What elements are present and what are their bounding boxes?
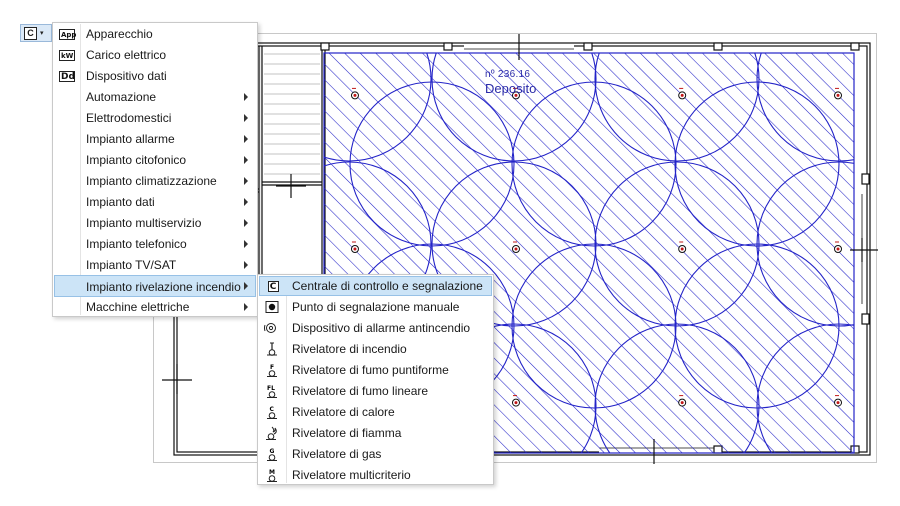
menu-item-carico-elettrico[interactable]: kW Carico elettrico (54, 45, 256, 65)
submenu-arrow-icon (244, 135, 248, 143)
svg-text:C: C (270, 406, 275, 413)
submenu-item-dispositivo-allarme[interactable]: Dispositivo di allarme antincendio (259, 318, 492, 338)
submenu-arrow-icon (244, 261, 248, 269)
submenu-item-rivelatore-fiamma[interactable]: Rivelatore di fiamma (259, 423, 492, 443)
submenu-item-rivelatore-incendio[interactable]: Rivelatore di incendio (259, 339, 492, 359)
submenu-arrow-icon (244, 93, 248, 101)
heat-detector-icon: C (264, 405, 280, 419)
submenu-arrow-icon (244, 114, 248, 122)
flame-detector-icon (264, 426, 280, 440)
submenu-arrow-icon (244, 282, 248, 290)
menu-item-impianto-rivelazione-incendio[interactable]: Impianto rivelazione incendio (54, 275, 256, 297)
menu-item-apparecchio[interactable]: App Apparecchio (54, 24, 256, 44)
electric-load-icon: kW (59, 49, 75, 61)
fire-detection-submenu: C Centrale di controllo e segnalazione P… (257, 274, 494, 485)
menu-item-automazione[interactable]: Automazione (54, 87, 256, 107)
menu-item-impianto-allarme[interactable]: Impianto allarme (54, 129, 256, 149)
submenu-item-centrale-controllo[interactable]: C Centrale di controllo e segnalazione (259, 276, 492, 296)
chevron-down-icon: ▾ (40, 30, 44, 37)
menu-item-impianto-citofonico[interactable]: Impianto citofonico (54, 150, 256, 170)
submenu-arrow-icon (244, 240, 248, 248)
data-device-icon: Dd (59, 70, 75, 82)
gas-detector-icon: G (264, 447, 280, 461)
appliance-icon: App (59, 28, 77, 40)
smoke-detector-icon: F (264, 363, 280, 377)
submenu-item-fumo-puntiforme[interactable]: F Rivelatore di fumo puntiforme (259, 360, 492, 380)
submenu-arrow-icon (244, 177, 248, 185)
menu-item-elettrodomestici[interactable]: Elettrodomestici (54, 108, 256, 128)
submenu-item-rivelatore-calore[interactable]: C Rivelatore di calore (259, 402, 492, 422)
submenu-item-punto-segnalazione[interactable]: Punto di segnalazione manuale (259, 297, 492, 317)
submenu-item-rivelatore-gas[interactable]: G Rivelatore di gas (259, 444, 492, 464)
menu-item-impianto-multiservizio[interactable]: Impianto multiservizio (54, 213, 256, 233)
submenu-item-fumo-lineare[interactable]: FL Rivelatore di fumo lineare (259, 381, 492, 401)
menu-item-impianto-tv-sat[interactable]: Impianto TV/SAT (54, 255, 256, 275)
fire-detector-icon (264, 342, 280, 356)
svg-text:F: F (270, 364, 274, 371)
submenu-arrow-icon (244, 198, 248, 206)
control-panel-icon: C (265, 279, 281, 293)
menu-item-dispositivo-dati[interactable]: Dd Dispositivo dati (54, 66, 256, 86)
alarm-sounder-icon (264, 321, 280, 335)
menu-item-impianto-dati[interactable]: Impianto dati (54, 192, 256, 212)
submenu-arrow-icon (244, 219, 248, 227)
menu-item-macchine-elettriche[interactable]: Macchine elettriche (54, 297, 256, 317)
submenu-arrow-icon (244, 303, 248, 311)
svg-text:FL: FL (267, 385, 275, 392)
room-number-label: nº 236.16 (485, 69, 531, 80)
linear-smoke-detector-icon: FL (264, 384, 280, 398)
submenu-item-multicriterio[interactable]: M Rivelatore multicriterio (259, 465, 492, 485)
svg-text:G: G (270, 448, 275, 455)
menu-item-impianto-telefonico[interactable]: Impianto telefonico (54, 234, 256, 254)
room-name-label: Deposito (485, 81, 537, 96)
multicriteria-detector-icon: M (264, 468, 280, 482)
symbol-category-menu: App Apparecchio kW Carico elettrico Dd D… (52, 22, 258, 317)
submenu-arrow-icon (244, 156, 248, 164)
manual-call-point-icon (264, 300, 280, 314)
menu-item-impianto-climatizzazione[interactable]: Impianto climatizzazione (54, 171, 256, 191)
control-panel-icon: C (24, 26, 37, 40)
svg-text:M: M (269, 469, 275, 476)
symbol-dropdown-button[interactable]: C ▾ (20, 24, 52, 42)
